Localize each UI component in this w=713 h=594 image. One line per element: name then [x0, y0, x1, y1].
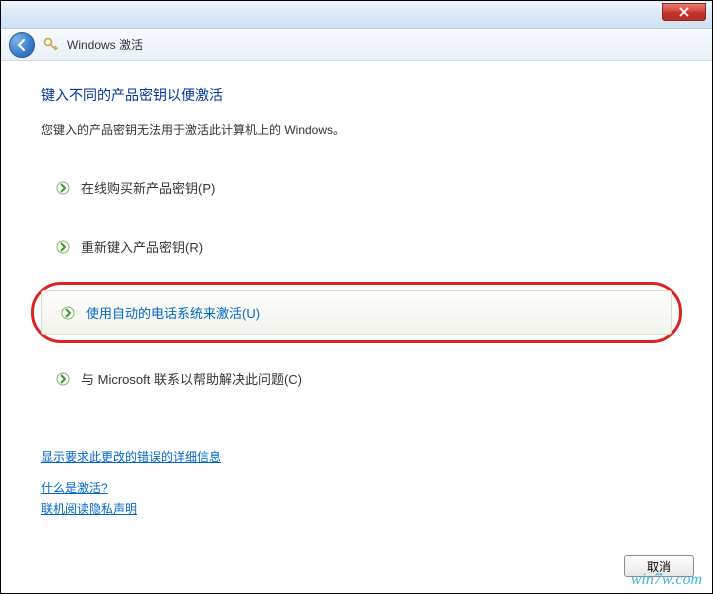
- option-phone-activation[interactable]: 使用自动的电话系统来激活(U): [41, 290, 672, 335]
- option-label: 与 Microsoft 联系以帮助解决此问题(C): [81, 369, 302, 388]
- option-buy-key-online[interactable]: 在线购买新产品密钥(P): [41, 168, 672, 207]
- option-label: 重新键入产品密钥(R): [81, 237, 203, 256]
- option-reenter-key[interactable]: 重新键入产品密钥(R): [41, 227, 672, 266]
- link-error-details[interactable]: 显示要求此更改的错误的详细信息: [41, 448, 221, 465]
- arrow-right-icon: [60, 305, 76, 321]
- link-what-is-activation[interactable]: 什么是激活?: [41, 479, 108, 496]
- arrow-right-icon: [55, 239, 71, 255]
- content-area: 键入不同的产品密钥以便激活 您键入的产品密钥无法用于激活此计算机上的 Windo…: [1, 61, 712, 517]
- close-icon: [679, 7, 689, 17]
- arrow-right-icon: [55, 180, 71, 196]
- page-subtext: 您键入的产品密钥无法用于激活此计算机上的 Windows。: [41, 121, 672, 138]
- option-contact-microsoft[interactable]: 与 Microsoft 联系以帮助解决此问题(C): [41, 359, 672, 398]
- back-arrow-icon: [15, 38, 29, 52]
- page-heading: 键入不同的产品密钥以便激活: [41, 85, 672, 105]
- nav-header: Windows 激活: [1, 29, 712, 61]
- back-button[interactable]: [9, 32, 35, 58]
- key-icon: [43, 37, 59, 53]
- arrow-right-icon: [55, 371, 71, 387]
- link-privacy-statement[interactable]: 联机阅读隐私声明: [41, 500, 137, 517]
- option-label: 使用自动的电话系统来激活(U): [86, 303, 260, 322]
- option-phone-activation-highlight: 使用自动的电话系统来激活(U): [35, 290, 678, 335]
- option-label: 在线购买新产品密钥(P): [81, 178, 215, 197]
- titlebar: [1, 1, 712, 29]
- close-button[interactable]: [662, 3, 706, 21]
- option-list: 在线购买新产品密钥(P) 重新键入产品密钥(R) 使用自动的电话系统来激活(U)…: [41, 168, 672, 398]
- cancel-button[interactable]: 取消: [624, 555, 694, 577]
- links-section: 显示要求此更改的错误的详细信息 什么是激活? 联机阅读隐私声明: [41, 448, 672, 517]
- footer: 取消: [624, 555, 694, 577]
- window-title: Windows 激活: [67, 36, 143, 53]
